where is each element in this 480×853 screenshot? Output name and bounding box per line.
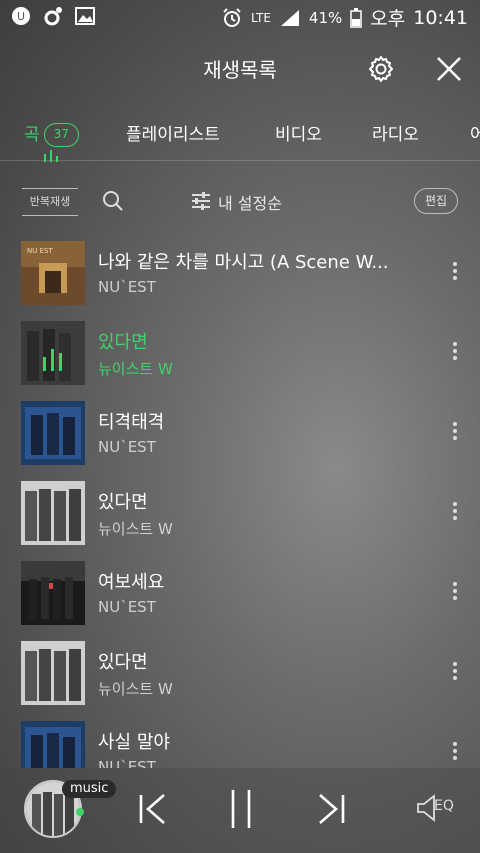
- tab-playlists[interactable]: 플레이리스트: [126, 120, 220, 145]
- album-art: [21, 561, 85, 625]
- more-options-icon[interactable]: [448, 260, 462, 284]
- album-art: [21, 321, 85, 385]
- song-title: 있다면: [98, 652, 148, 673]
- song-title: 티격태격: [98, 412, 165, 433]
- svg-text:U: U: [17, 10, 25, 23]
- album-art: [21, 481, 85, 545]
- search-icon[interactable]: [102, 190, 124, 212]
- list-item[interactable]: 있다면 뉴이스트 W: [0, 630, 480, 710]
- song-title: 있다면: [98, 332, 148, 353]
- pause-icon[interactable]: [228, 788, 254, 830]
- song-list: NU EST 나와 같은 차를 마시고 (A Scene W... NU`EST…: [0, 230, 480, 768]
- more-options-icon[interactable]: [448, 580, 462, 604]
- song-artist: NU`EST: [98, 438, 156, 456]
- close-icon: [437, 57, 461, 81]
- album-art: NU EST: [21, 241, 85, 305]
- list-controls: 반복재생 내 설정순 편집: [0, 180, 480, 224]
- more-options-icon[interactable]: [448, 420, 462, 444]
- repeat-button[interactable]: 반복재생: [22, 188, 78, 216]
- song-artist: 뉴이스트 W: [98, 360, 173, 378]
- battery-percent: 41%: [308, 8, 343, 27]
- tab-label: 곡: [24, 125, 40, 145]
- music-notification-icon: [42, 5, 64, 27]
- music-label: music: [62, 780, 117, 798]
- song-title: 나와 같은 차를 마시고 (A Scene W...: [98, 252, 389, 273]
- network-type: LTE: [250, 10, 271, 25]
- song-artist: NU`EST: [98, 278, 156, 296]
- playing-indicator: [76, 808, 84, 816]
- previous-icon[interactable]: [138, 792, 168, 826]
- clock: 10:41: [413, 6, 468, 29]
- app-notification-icon: U: [10, 5, 32, 27]
- eq-label[interactable]: EQ: [434, 798, 454, 814]
- signal-icon: [280, 9, 299, 26]
- song-artist: NU`EST: [98, 758, 156, 768]
- status-icons-right: LTE 41% 오후 10:41: [221, 4, 468, 31]
- alarm-icon: [223, 7, 241, 27]
- gear-icon: [369, 56, 393, 82]
- tab-more[interactable]: 어: [470, 120, 480, 145]
- close-button[interactable]: [434, 54, 464, 84]
- status-bar: U LTE 41% 오후 10:41: [0, 0, 480, 34]
- list-item[interactable]: 여보세요 NU`EST: [0, 550, 480, 630]
- song-title: 여보세요: [98, 572, 165, 593]
- battery-icon: [350, 7, 363, 28]
- page-title: 재생목록: [203, 58, 277, 82]
- song-artist: 뉴이스트 W: [98, 520, 173, 538]
- image-notification-icon: [74, 5, 96, 27]
- tab-songs[interactable]: 곡 37: [24, 120, 79, 147]
- status-icons-left: U: [10, 5, 96, 27]
- settings-button[interactable]: [366, 54, 396, 84]
- album-art: [21, 641, 85, 705]
- list-item[interactable]: 사실 말야 NU`EST: [0, 710, 480, 768]
- mini-player: music EQ: [0, 768, 480, 853]
- list-item[interactable]: 티격태격 NU`EST: [0, 390, 480, 470]
- tab-bar: 곡 37 플레이리스트 비디오 라디오 어: [0, 100, 480, 161]
- song-count-badge: 37: [43, 123, 79, 147]
- sort-label[interactable]: 내 설정순: [218, 190, 282, 214]
- now-playing-eq-icon: [44, 150, 58, 162]
- song-title: 사실 말야: [98, 732, 170, 753]
- list-item[interactable]: NU EST 나와 같은 차를 마시고 (A Scene W... NU`EST: [0, 230, 480, 310]
- song-artist: NU`EST: [98, 598, 156, 616]
- album-art: [21, 721, 85, 768]
- list-item[interactable]: 있다면 뉴이스트 W: [0, 470, 480, 550]
- more-options-icon[interactable]: [448, 740, 462, 764]
- equalizer-icon[interactable]: [416, 794, 436, 822]
- edit-button[interactable]: 편집: [414, 188, 458, 214]
- tab-video[interactable]: 비디오: [275, 120, 322, 145]
- header: 재생목록: [0, 34, 480, 100]
- next-icon[interactable]: [316, 792, 346, 826]
- more-options-icon[interactable]: [448, 660, 462, 684]
- ampm: 오후: [370, 8, 406, 30]
- tab-radio[interactable]: 라디오: [372, 120, 419, 145]
- song-title: 있다면: [98, 492, 148, 513]
- svg-text:NU EST: NU EST: [27, 247, 53, 255]
- list-item[interactable]: 있다면 뉴이스트 W: [0, 310, 480, 390]
- more-options-icon[interactable]: [448, 340, 462, 364]
- song-artist: 뉴이스트 W: [98, 680, 173, 698]
- more-options-icon[interactable]: [448, 500, 462, 524]
- album-art: [21, 401, 85, 465]
- sort-icon[interactable]: [190, 191, 212, 211]
